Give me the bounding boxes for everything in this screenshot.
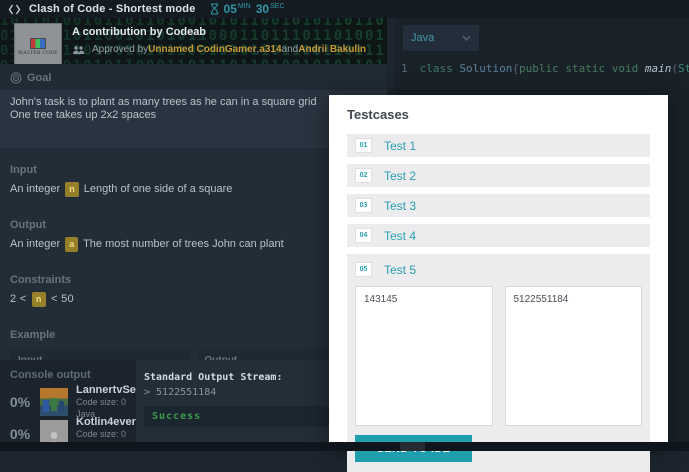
bottom-bar-stub [400,442,425,451]
avatar-monitor-icon [30,38,46,49]
code-content: class Solution{public static void main(S… [419,61,689,75]
test-number-badge: 04 [355,228,372,243]
test-number-badge: 02 [355,168,372,183]
approver-link[interactable]: Andrii Bakulin [298,44,366,55]
player-progress: 0% [9,394,31,410]
modal-title: Testcases [347,107,409,122]
code-brackets-icon [8,4,21,15]
variable-badge-n: n [31,292,46,307]
test-number-badge: 03 [355,198,372,213]
test-number-badge: 01 [355,138,372,153]
goal-heading: Goal [0,64,387,90]
code-line-1[interactable]: 1 class Solution{public static void main… [395,60,689,76]
clash-title: Clash of Code - Shortest mode [29,3,196,15]
test-row-2[interactable]: 02 Test 2 [347,164,650,187]
contributor-avatar[interactable]: MASTER CODE [14,23,62,64]
approver-link[interactable]: a314 [259,44,281,55]
timer-minutes: 05 [223,2,237,16]
player-progress: 0% [9,426,31,442]
player-avatar [40,388,68,416]
language-select[interactable]: Java [403,25,479,51]
contribution-title: A contribution by Codeab [72,26,207,38]
approved-by-line: Approved by Unnamed CodinGamer, a314 and… [72,44,366,55]
variable-badge-n: n [65,182,79,197]
line-number: 1 [401,61,408,75]
testcases-modal: Testcases 01 Test 1 02 Test 2 03 Test 3 … [329,95,668,472]
target-icon [10,72,22,84]
test-output-textarea[interactable]: 5122551184 [504,286,642,426]
test-row-3[interactable]: 03 Test 3 [347,194,650,217]
chevron-down-icon [462,35,471,41]
test-row-4[interactable]: 04 Test 4 [347,224,650,247]
player-name: Kotlin4ever [76,416,136,428]
top-bar: Clash of Code - Shortest mode 05 MIN 30 SE… [0,0,689,18]
contribution-header: 1011010010110110100101011001010110110011… [0,18,387,64]
approver-link[interactable]: Unnamed CodinGamer [148,44,256,55]
test-row-5[interactable]: 05 Test 5 [355,258,642,281]
hourglass-icon [210,3,218,15]
group-icon [72,45,86,55]
player-code-size: Code size: 0 [76,429,127,439]
test-number-badge: 05 [355,262,372,277]
test-input-textarea[interactable]: 143145 [355,286,493,426]
bottom-bar [0,442,689,451]
countdown-timer: 05 MIN 30 SEC [210,2,290,16]
test-row-1[interactable]: 01 Test 1 [347,134,650,157]
timer-seconds: 30 [255,2,270,16]
variable-badge-a: a [65,237,79,252]
test-row-5-expanded: 05 Test 5 143145 5122551184 SEND TO IDE [347,254,650,472]
